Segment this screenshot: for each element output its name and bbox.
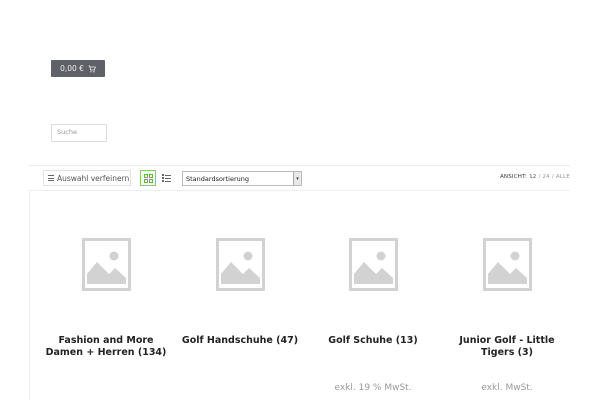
cart-button[interactable]: 0,00 € [51,60,105,77]
list-view-icon[interactable] [159,170,175,186]
category-title[interactable]: Golf Schuhe (13) [308,335,438,347]
cart-icon [88,65,96,73]
placeholder-image-icon [348,238,398,291]
sort-selected-value: Standardsortierung [186,174,249,183]
refine-selection-label: Auswahl verfeinern [57,173,130,183]
placeholder-image-icon [482,238,532,291]
search-placeholder: Suche [57,128,77,136]
dropdown-arrow-icon: ▾ [293,172,301,185]
refine-selection-button[interactable]: Auswahl verfeinern [43,170,131,186]
view-option-12[interactable]: 12 [529,174,536,180]
category-card[interactable]: Junior Golf - Little Tigers (3) exkl. Mw… [442,238,572,393]
products-per-page: ANSICHT: 12 / 24 / ALLE [500,174,570,180]
menu-icon [48,175,54,181]
view-option-24[interactable]: 24 [542,174,549,180]
view-separator: / [551,174,554,180]
search-input[interactable]: Suche [51,124,107,142]
tax-note: exkl. MwSt. [481,383,533,393]
category-title[interactable]: Fashion and More Damen + Herren (134) [41,335,171,359]
view-label: ANSICHT: [499,174,528,180]
category-card[interactable]: Fashion and More Damen + Herren (134) [41,238,171,359]
placeholder-image-icon [215,238,265,291]
category-card[interactable]: Golf Schuhe (13) exkl. 19 % MwSt. [308,238,438,393]
cart-total: 0,00 € [60,64,84,73]
view-option-all[interactable]: ALLE [556,174,570,180]
shop-toolbar: Auswahl verfeinern Standardsortierung ▾ … [29,165,570,191]
sort-select[interactable]: Standardsortierung ▾ [182,171,302,186]
category-title[interactable]: Junior Golf - Little Tigers (3) [442,335,572,359]
category-card[interactable]: Golf Handschuhe (47) [175,238,305,347]
placeholder-image-icon [81,238,131,291]
content-divider [29,191,30,400]
tax-note: exkl. 19 % MwSt. [334,383,412,393]
grid-view-icon[interactable] [140,170,156,186]
category-title[interactable]: Golf Handschuhe (47) [175,335,305,347]
view-separator: / [538,174,541,180]
